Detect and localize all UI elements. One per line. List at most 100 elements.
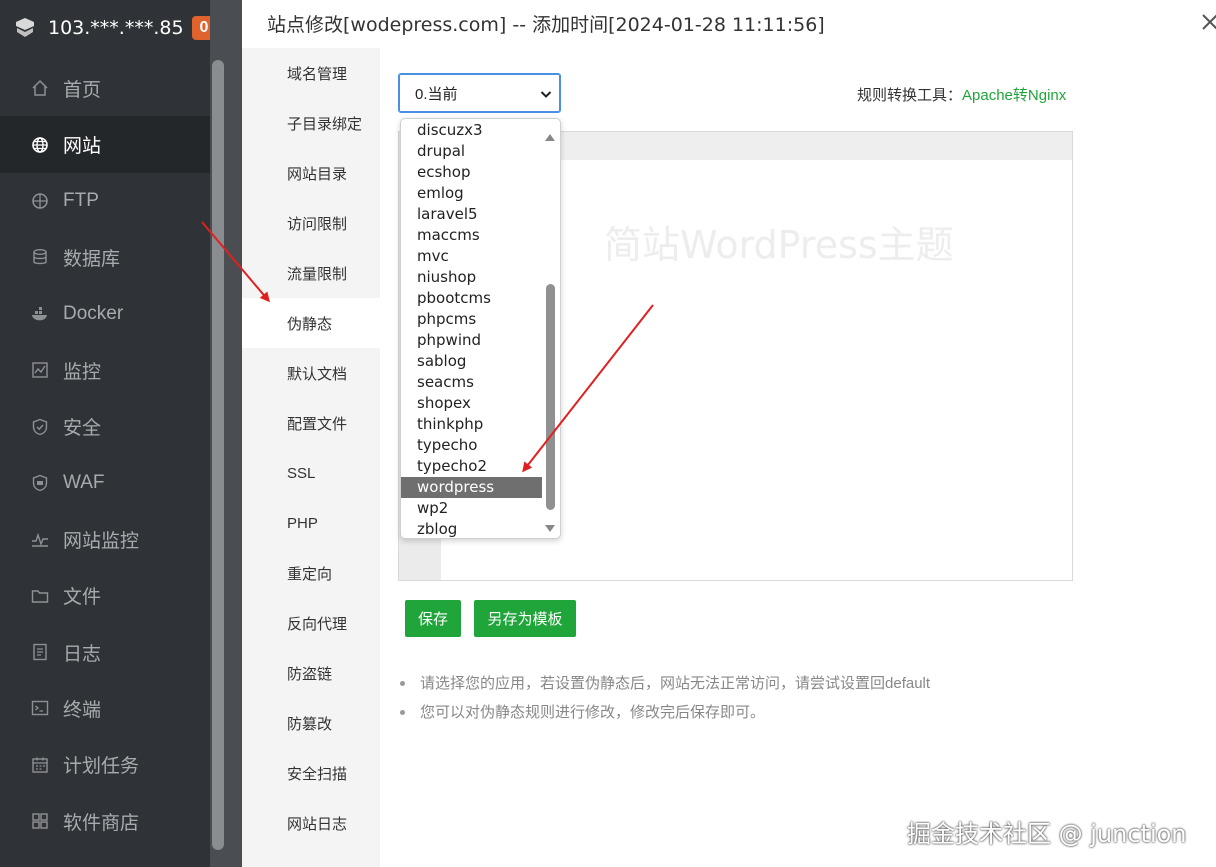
dialog-title: 站点修改[wodepress.com] -- 添加时间[2024-01-28 1…: [267, 14, 825, 36]
database-icon: [30, 247, 50, 267]
monitor-icon: [30, 360, 50, 380]
dropdown-option[interactable]: shopex: [401, 393, 542, 414]
sidebar-item-logs[interactable]: 日志: [0, 624, 210, 680]
tab-redirect[interactable]: 重定向: [242, 548, 380, 598]
dropdown-option[interactable]: ecshop: [401, 162, 542, 183]
dropdown-option[interactable]: laravel5: [401, 204, 542, 225]
dropdown-option[interactable]: wp2: [401, 498, 542, 519]
dropdown-option[interactable]: maccms: [401, 225, 542, 246]
sidebar-item-label: 计划任务: [63, 756, 140, 778]
docker-icon: [30, 304, 50, 324]
sidebar-nav: 首页 网站 FTP 数据库 Docker 监控 安全 WAF 网站监控 文件 日…: [0, 60, 210, 849]
sidebar-item-label: 首页: [63, 79, 102, 101]
sidebar-scrollbar[interactable]: [212, 60, 224, 850]
store-icon: [30, 811, 50, 831]
home-icon: [30, 78, 50, 98]
scroll-up-icon[interactable]: [544, 129, 556, 141]
tab-config-file[interactable]: 配置文件: [242, 398, 380, 448]
sidebar-item-site-monitor[interactable]: 网站监控: [0, 511, 210, 567]
dropdown-option[interactable]: emlog: [401, 183, 542, 204]
dropdown-option[interactable]: thinkphp: [401, 414, 542, 435]
dropdown-option[interactable]: phpwind: [401, 330, 542, 351]
server-header: 103.***.***.85 0: [0, 0, 216, 56]
sidebar-item-label: 网站监控: [63, 530, 140, 552]
tip-item: 请选择您的应用，若设置伪静态后，网站无法正常访问，请尝试设置回default: [400, 674, 1100, 703]
sidebar-item-ftp[interactable]: FTP: [0, 173, 210, 229]
dialog-tabs: 域名管理 子目录绑定 网站目录 访问限制 流量限制 伪静态 默认文档 配置文件 …: [242, 48, 380, 867]
sidebar-item-database[interactable]: 数据库: [0, 229, 210, 285]
dropdown-option[interactable]: pbootcms: [401, 288, 542, 309]
apache-to-nginx-link[interactable]: Apache转Nginx: [962, 87, 1066, 104]
app-sidebar: 103.***.***.85 0 首页 网站 FTP 数据库 Docker 监控: [0, 0, 242, 867]
sidebar-item-label: 终端: [63, 699, 102, 721]
shield-icon: [30, 417, 50, 437]
sidebar-item-waf[interactable]: WAF: [0, 455, 210, 511]
tab-php[interactable]: PHP: [242, 498, 380, 548]
rewrite-template-dropdown[interactable]: discuzx3 drupal ecshop emlog laravel5 ma…: [400, 118, 561, 539]
sidebar-item-label: Docker: [63, 302, 124, 324]
sidebar-item-label: 安全: [63, 418, 102, 440]
chevron-down-icon: [540, 87, 552, 99]
dropdown-option[interactable]: seacms: [401, 372, 542, 393]
tab-rewrite[interactable]: 伪静态: [242, 298, 380, 348]
sidebar-item-label: WAF: [63, 471, 105, 493]
server-ip: 103.***.***.85: [48, 17, 184, 39]
dropdown-scrollbar[interactable]: [546, 284, 555, 510]
sidebar-item-home[interactable]: 首页: [0, 60, 210, 116]
dropdown-option[interactable]: zblog: [401, 519, 542, 538]
sidebar-item-security[interactable]: 安全: [0, 398, 210, 454]
terminal-icon: [30, 698, 50, 718]
sidebar-item-website[interactable]: 网站: [0, 116, 210, 173]
ftp-icon: [30, 191, 50, 211]
sidebar-item-store[interactable]: 软件商店: [0, 793, 210, 849]
site-monitor-icon: [30, 529, 50, 549]
folder-icon: [30, 586, 50, 606]
waf-icon: [30, 473, 50, 493]
sidebar-item-label: FTP: [63, 189, 99, 211]
rewrite-template-select[interactable]: 0.当前: [398, 73, 561, 113]
dropdown-option[interactable]: phpcms: [401, 309, 542, 330]
sidebar-item-label: 监控: [63, 361, 102, 383]
dropdown-option[interactable]: typecho2: [401, 456, 542, 477]
sidebar-item-label: 网站: [63, 136, 102, 158]
tab-security-scan[interactable]: 安全扫描: [242, 748, 380, 798]
tab-site-logs[interactable]: 网站日志: [242, 798, 380, 848]
server-logo-icon: [14, 17, 36, 39]
brand-watermark: 掘金技术社区 @ junction: [907, 820, 1187, 848]
globe-icon: [30, 135, 50, 155]
sidebar-item-files[interactable]: 文件: [0, 568, 210, 624]
sidebar-item-docker[interactable]: Docker: [0, 286, 210, 342]
dropdown-option[interactable]: typecho: [401, 435, 542, 456]
dropdown-option[interactable]: mvc: [401, 246, 542, 267]
tab-access-limit[interactable]: 访问限制: [242, 198, 380, 248]
sidebar-item-label: 文件: [63, 587, 102, 609]
dropdown-option[interactable]: sablog: [401, 351, 542, 372]
sidebar-item-terminal[interactable]: 终端: [0, 680, 210, 736]
tab-traffic-limit[interactable]: 流量限制: [242, 248, 380, 298]
log-icon: [30, 642, 50, 662]
dropdown-option[interactable]: drupal: [401, 141, 542, 162]
tab-reverse-proxy[interactable]: 反向代理: [242, 598, 380, 648]
sidebar-item-monitor[interactable]: 监控: [0, 342, 210, 398]
dropdown-option[interactable]: niushop: [401, 267, 542, 288]
calendar-icon: [30, 755, 50, 775]
save-button[interactable]: 保存: [405, 600, 461, 637]
tab-ssl[interactable]: SSL: [242, 448, 380, 498]
select-value: 0.当前: [415, 85, 458, 103]
tab-domain[interactable]: 域名管理: [242, 48, 380, 98]
sidebar-item-label: 日志: [63, 643, 102, 665]
tip-item: 您可以对伪静态规则进行修改，修改完后保存即可。: [400, 703, 1100, 732]
close-icon[interactable]: [1200, 12, 1216, 32]
tab-tamper-proof[interactable]: 防篡改: [242, 698, 380, 748]
save-as-template-button[interactable]: 另存为模板: [474, 600, 576, 637]
scroll-down-icon[interactable]: [544, 520, 556, 532]
dropdown-option-highlighted[interactable]: wordpress: [401, 477, 542, 498]
tab-subdir[interactable]: 子目录绑定: [242, 98, 380, 148]
tab-site-dir[interactable]: 网站目录: [242, 148, 380, 198]
tool-label-text: 规则转换工具：: [857, 87, 963, 104]
tab-default-doc[interactable]: 默认文档: [242, 348, 380, 398]
dropdown-option[interactable]: discuzx3: [401, 120, 542, 141]
sidebar-item-cron[interactable]: 计划任务: [0, 737, 210, 793]
sidebar-item-label: 软件商店: [63, 812, 140, 834]
tab-hotlink[interactable]: 防盗链: [242, 648, 380, 698]
